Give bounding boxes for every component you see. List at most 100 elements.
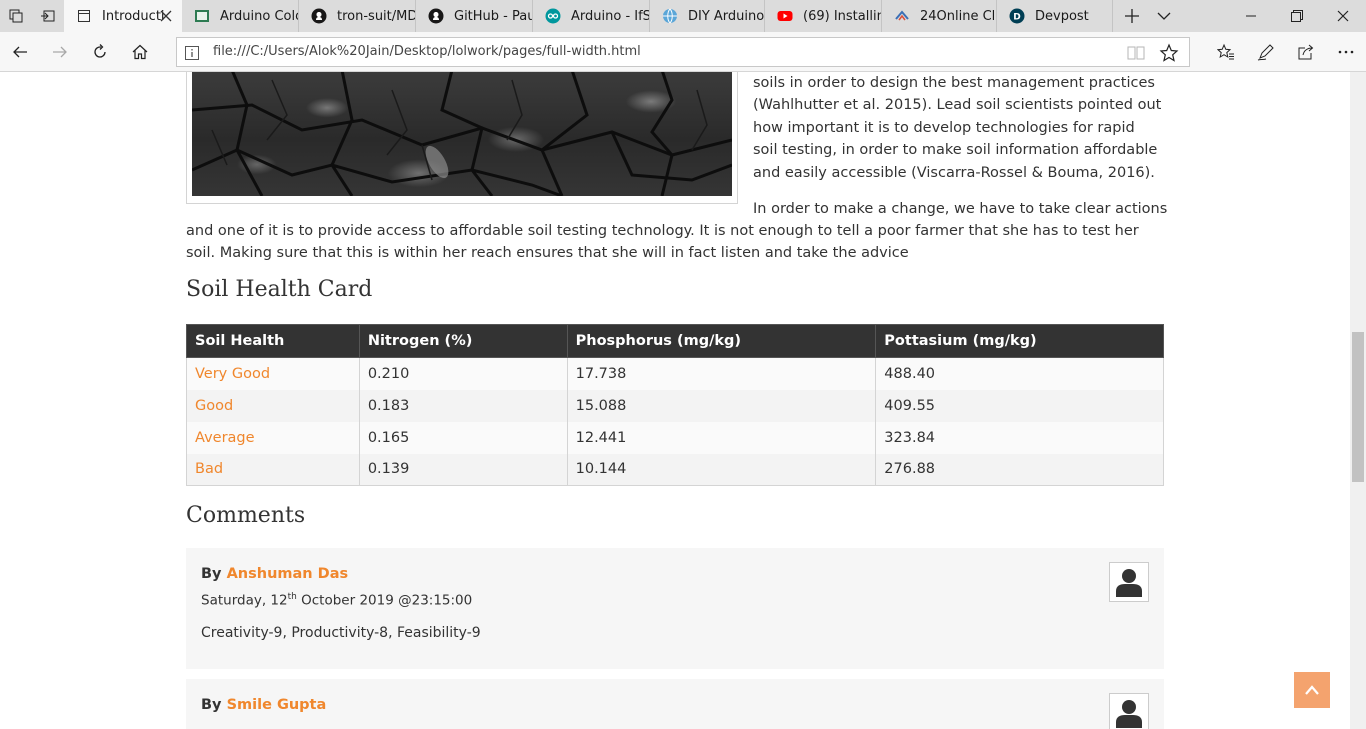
tab-github-pau[interactable]: GitHub - Pau [416, 0, 533, 32]
comment-byline: By Anshuman Das [201, 566, 348, 582]
nitrogen-cell: 0.183 [358, 389, 568, 422]
potassium-cell: 409.55 [875, 389, 1164, 422]
paragraph-text: and one of it is to provide access to af… [186, 223, 1139, 262]
avatar-user-icon [1109, 693, 1149, 729]
new-tab-icon[interactable] [1116, 0, 1148, 32]
tab-devpost[interactable]: D Devpost [997, 0, 1113, 32]
favorites-hub-icon[interactable] [1206, 32, 1246, 72]
tab-diy-arduino[interactable]: DIY Arduino [650, 0, 765, 32]
table-row: Bad 0.139 10.144 276.88 [186, 453, 1164, 486]
tab-arduino-color[interactable]: Arduino Colo [182, 0, 299, 32]
tab-label: GitHub - Pau [454, 8, 532, 24]
close-window-icon[interactable] [1320, 0, 1366, 32]
tab-label: Introducti [102, 8, 165, 24]
comment-byline: By Smile Gupta [201, 697, 326, 713]
phosphorus-cell: 15.088 [566, 389, 877, 422]
favorite-star-icon[interactable] [1159, 43, 1179, 63]
soil-health-card-title: Soil Health Card [186, 277, 373, 302]
pen-icon[interactable] [1246, 32, 1286, 72]
avatar-user-icon [1109, 562, 1149, 602]
navigation-bar: file:///C:/Users/Alok%20Jain/Desktop/lol… [0, 32, 1366, 72]
comment-card: By Anshuman Das Saturday, 12th October 2… [186, 548, 1164, 669]
tab-label: DIY Arduino [688, 8, 764, 24]
tab-youtube[interactable]: (69) Installing [765, 0, 882, 32]
github-icon [311, 8, 327, 24]
side-paragraph: soils in order to design the best manage… [753, 75, 1162, 181]
header-potassium: Pottasium (mg/kg) [875, 324, 1164, 358]
table-row: Average 0.165 12.441 323.84 [186, 421, 1164, 454]
tab-label: Arduino - IfS [571, 8, 649, 24]
more-icon[interactable] [1326, 32, 1366, 72]
level-cell: Very Good [186, 357, 360, 390]
vertical-scrollbar[interactable] [1350, 72, 1366, 729]
potassium-cell: 323.84 [875, 421, 1164, 454]
tab-tron-suit[interactable]: tron-suit/MD [299, 0, 416, 32]
tab-label: 24Online Clie [920, 8, 996, 24]
by-label: By [201, 697, 222, 713]
level-cell: Bad [186, 453, 360, 486]
phosphorus-cell: 12.441 [566, 421, 877, 454]
set-aside-tabs-icon[interactable] [32, 0, 64, 32]
scrollbar-thumb[interactable] [1352, 332, 1364, 482]
comment-author-link[interactable]: Smile Gupta [227, 697, 327, 713]
close-tab-icon[interactable] [158, 8, 174, 24]
svg-text:D: D [1013, 13, 1020, 23]
back-to-top-button[interactable] [1294, 672, 1330, 708]
minimize-icon[interactable] [1228, 0, 1274, 32]
online-icon [894, 8, 910, 24]
back-icon[interactable] [0, 32, 40, 72]
share-icon[interactable] [1286, 32, 1326, 72]
tab-bar: Introducti Arduino Colo tron-suit/MD Git… [0, 0, 1366, 32]
devpost-icon: D [1009, 8, 1025, 24]
tab-label: Devpost [1035, 8, 1089, 24]
comments-title: Comments [186, 503, 306, 528]
potassium-cell: 276.88 [875, 453, 1164, 486]
refresh-icon[interactable] [80, 32, 120, 72]
home-icon[interactable] [120, 32, 160, 72]
date-prefix: Saturday, 12 [201, 592, 288, 609]
cracked-soil-image [192, 72, 732, 196]
tab-arduino-ifs[interactable]: Arduino - IfS [533, 0, 650, 32]
table-row: Good 0.183 15.088 409.55 [186, 389, 1164, 422]
header-phosphorus: Phosphorus (mg/kg) [566, 324, 877, 358]
info-icon[interactable] [185, 45, 199, 60]
tab-actions-icon[interactable] [0, 0, 32, 32]
paragraph-first-line: In order to make a change, we have to ta… [753, 201, 1168, 217]
tab-label: (69) Installing [803, 8, 881, 24]
nitrogen-cell: 0.139 [358, 453, 568, 486]
tab-preview-chevron-icon[interactable] [1148, 0, 1180, 32]
forward-icon[interactable] [40, 32, 80, 72]
comment-author-link[interactable]: Anshuman Das [227, 566, 349, 582]
potassium-cell: 488.40 [875, 357, 1164, 390]
article-image-frame [186, 72, 738, 204]
chevron-up-icon [1305, 685, 1319, 695]
by-label: By [201, 566, 222, 582]
header-nitrogen: Nitrogen (%) [358, 324, 568, 358]
arduino-logo-icon [545, 8, 561, 24]
nitrogen-cell: 0.210 [358, 357, 568, 390]
comment-card: By Smile Gupta [186, 679, 1164, 729]
phosphorus-cell: 17.738 [566, 357, 877, 390]
comment-date: Saturday, 12th October 2019 @23:15:00 [201, 592, 472, 609]
globe-icon [662, 8, 678, 24]
page-viewport: soils in order to design the best manage… [0, 72, 1350, 729]
arduino-ide-icon [194, 8, 210, 24]
url-text[interactable]: file:///C:/Users/Alok%20Jain/Desktop/lol… [213, 44, 641, 59]
address-bar[interactable]: file:///C:/Users/Alok%20Jain/Desktop/lol… [176, 37, 1190, 67]
reading-view-icon[interactable] [1127, 44, 1145, 62]
tab-introduction[interactable]: Introducti [64, 0, 182, 32]
header-soil-health: Soil Health [186, 324, 360, 358]
tab-label: Arduino Colo [220, 8, 298, 24]
page-icon [76, 8, 92, 24]
level-cell: Good [186, 389, 360, 422]
soil-health-table: Soil Health Nitrogen (%) Phosphorus (mg/… [186, 324, 1164, 486]
tab-24online[interactable]: 24Online Clie [882, 0, 997, 32]
table-row: Very Good 0.210 17.738 488.40 [186, 357, 1164, 390]
nitrogen-cell: 0.165 [358, 421, 568, 454]
table-header-row: Soil Health Nitrogen (%) Phosphorus (mg/… [186, 324, 1164, 358]
tab-label: tron-suit/MD [337, 8, 415, 24]
level-cell: Average [186, 421, 360, 454]
restore-icon[interactable] [1274, 0, 1320, 32]
phosphorus-cell: 10.144 [566, 453, 877, 486]
youtube-icon [777, 8, 793, 24]
